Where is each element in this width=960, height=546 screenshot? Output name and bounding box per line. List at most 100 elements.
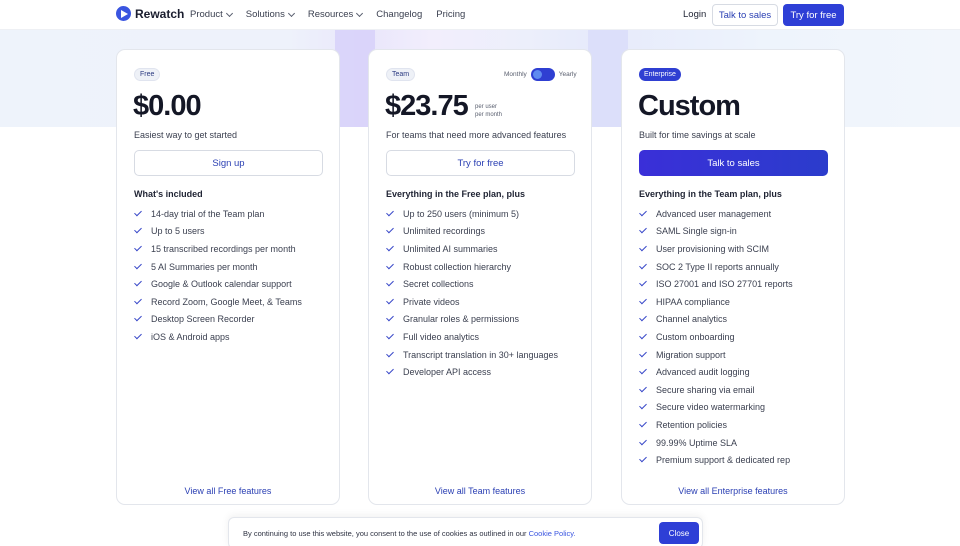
feature-label: Secret collections (403, 279, 474, 290)
nav-link-pricing[interactable]: Pricing (436, 9, 465, 20)
feature-item: Unlimited AI summaries (386, 240, 558, 258)
checkmark-icon (639, 296, 647, 305)
checkmark-icon (639, 208, 647, 217)
feature-item: 99.99% Uptime SLA (639, 434, 793, 452)
cookie-close-button[interactable]: Close (659, 522, 699, 544)
feature-item: Custom onboarding (639, 328, 793, 346)
feature-label: Channel analytics (656, 314, 728, 325)
checkmark-icon (134, 261, 142, 269)
toggle-label-monthly: Monthly (504, 71, 527, 78)
checkmark-icon (134, 208, 142, 217)
checkmark-icon (386, 296, 394, 305)
billing-period-switch[interactable] (530, 68, 555, 81)
top-navigation: Rewatch Product Solutions Resources Chan… (0, 0, 960, 30)
checkmark-icon (639, 401, 647, 410)
feature-item: Google & Outlook calendar support (134, 275, 302, 293)
talk-to-sales-button[interactable]: Talk to sales (712, 4, 778, 26)
feature-label: Record Zoom, Google Meet, & Teams (151, 296, 302, 307)
nav-link-resources[interactable]: Resources (307, 9, 364, 20)
feature-item: Advanced audit logging (639, 363, 793, 381)
checkmark-icon (639, 226, 647, 234)
checkmark-icon (386, 349, 394, 357)
feature-item: Migration support (639, 346, 793, 364)
feature-label: Unlimited AI summaries (403, 243, 498, 254)
feature-item: Developer API access (386, 363, 558, 381)
feature-label: 15 transcribed recordings per month (151, 243, 296, 254)
feature-item: 14-day trial of the Team plan (134, 205, 302, 223)
nav-link-solutions[interactable]: Solutions (246, 9, 295, 20)
plan-card-free: Free $0.00 Easiest way to get started Si… (116, 49, 340, 505)
logo[interactable]: Rewatch (116, 6, 184, 21)
plan-tagline: Built for time savings at scale (639, 130, 756, 140)
feature-label: SOC 2 Type II reports annually (656, 261, 779, 272)
feature-item: Up to 5 users (134, 223, 302, 241)
feature-label: 5 AI Summaries per month (151, 261, 258, 272)
price-unit-line: per month (475, 112, 503, 118)
features-heading: What's included (134, 189, 203, 199)
login-link[interactable]: Login (683, 9, 706, 20)
feature-label: Secure sharing via email (656, 384, 755, 395)
nav-link-product[interactable]: Product (190, 9, 233, 20)
feature-item: Channel analytics (639, 311, 793, 329)
view-all-enterprise-features-link[interactable]: View all Enterprise features (622, 486, 844, 496)
feature-item: Premium support & dedicated rep (639, 451, 793, 469)
checkmark-icon (134, 296, 142, 305)
talk-to-sales-plan-button[interactable]: Talk to sales (639, 150, 828, 176)
price-unit: per user per month (475, 103, 502, 119)
feature-item: Private videos (386, 293, 558, 311)
nav-link-label: Resources (307, 9, 354, 20)
feature-label: Developer API access (403, 367, 492, 378)
feature-label: HIPAA compliance (656, 296, 730, 307)
sign-up-button[interactable]: Sign up (134, 150, 323, 176)
view-all-team-features-link[interactable]: View all Team features (369, 486, 591, 496)
feature-label: Google & Outlook calendar support (151, 279, 292, 290)
feature-list: 14-day trial of the Team plan Up to 5 use… (134, 205, 302, 346)
checkmark-icon (639, 454, 647, 463)
feature-item: 5 AI Summaries per month (134, 258, 302, 276)
plan-price: $0.00 (133, 90, 202, 122)
checkmark-icon (134, 278, 142, 287)
feature-label: Private videos (403, 296, 460, 307)
try-for-free-plan-button[interactable]: Try for free (386, 150, 575, 176)
nav-link-changelog[interactable]: Changelog (376, 9, 422, 20)
checkmark-icon (386, 366, 394, 375)
checkmark-icon (386, 278, 394, 287)
feature-label: Premium support & dedicated rep (656, 455, 791, 466)
feature-item: Full video analytics (386, 328, 558, 346)
toggle-label-yearly: Yearly (558, 71, 577, 78)
cookie-message: By continuing to use this website, you c… (243, 529, 576, 538)
feature-item: SAML Single sign-in (639, 223, 793, 241)
view-all-free-features-link[interactable]: View all Free features (117, 486, 339, 496)
feature-label: Unlimited recordings (403, 226, 486, 237)
checkmark-icon (386, 208, 394, 217)
feature-list: Up to 250 users (minimum 5) Unlimited rec… (386, 205, 558, 381)
feature-item: Granular roles & permissions (386, 311, 558, 329)
checkmark-icon (639, 384, 647, 393)
checkmark-icon (639, 437, 647, 445)
checkmark-icon (134, 243, 142, 252)
checkmark-icon (386, 313, 394, 322)
checkmark-icon (134, 313, 142, 322)
checkmark-icon (386, 331, 394, 340)
feature-label: Up to 250 users (minimum 5) (403, 208, 520, 219)
feature-label: Advanced audit logging (656, 367, 750, 378)
try-for-free-button[interactable]: Try for free (783, 4, 844, 26)
price-unit-line: per user (475, 104, 498, 110)
feature-label: Secure video watermarking (656, 402, 766, 413)
feature-item: Desktop Screen Recorder (134, 311, 302, 329)
chevron-down-icon (356, 9, 364, 17)
checkmark-icon (639, 261, 647, 269)
feature-item: Transcript translation in 30+ languages (386, 346, 558, 364)
feature-item: Record Zoom, Google Meet, & Teams (134, 293, 302, 311)
nav-link-label: Pricing (436, 9, 466, 20)
feature-label: ISO 27001 and ISO 27701 reports (656, 279, 793, 290)
cookie-policy-link[interactable]: Cookie Policy. (529, 529, 576, 538)
checkmark-icon (639, 349, 647, 357)
nav-link-label: Changelog (376, 9, 423, 20)
features-heading: Everything in the Team plan, plus (639, 189, 782, 199)
nav-links: Product Solutions Resources Changelog Pr… (190, 9, 465, 20)
feature-label: Full video analytics (403, 331, 480, 342)
feature-label: 14-day trial of the Team plan (151, 208, 265, 219)
checkmark-icon (134, 331, 142, 340)
checkmark-icon (639, 419, 647, 428)
